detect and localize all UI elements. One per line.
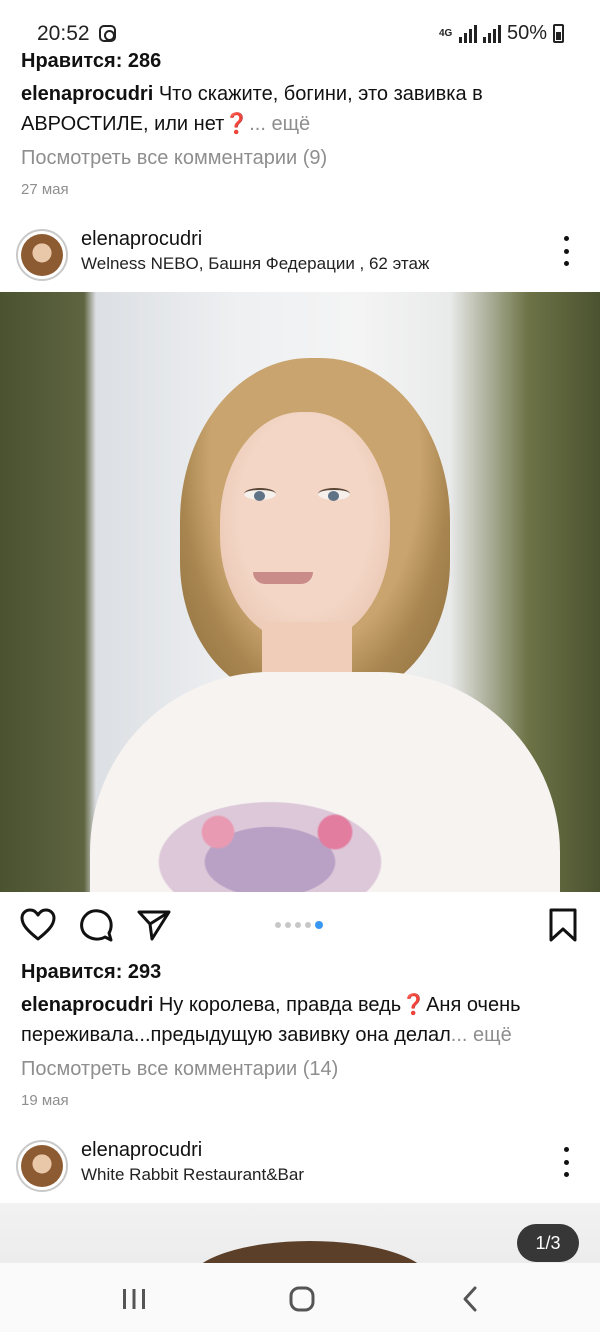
post2-action-bar xyxy=(0,893,600,959)
post3-location[interactable]: White Rabbit Restaurant&Bar xyxy=(81,1165,304,1185)
post3-header: elenaprocudri White Rabbit Restaurant&Ba… xyxy=(0,1133,600,1199)
post2-caption-username[interactable]: elenaprocudri xyxy=(21,994,153,1016)
home-icon[interactable] xyxy=(262,1263,342,1332)
post2-more-link[interactable]: ... ещё xyxy=(451,1024,512,1046)
avatar[interactable] xyxy=(16,1140,68,1192)
heart-icon[interactable] xyxy=(20,908,56,942)
avatar[interactable] xyxy=(16,229,68,281)
post3-username[interactable]: elenaprocudri xyxy=(81,1139,202,1162)
post2-header: elenaprocudri Welness NEBO, Башня Федера… xyxy=(0,222,600,288)
status-indicators: 4G 50% xyxy=(439,22,564,45)
bookmark-icon[interactable] xyxy=(545,908,581,942)
carousel-dot xyxy=(305,922,311,928)
recent-apps-icon[interactable] xyxy=(94,1263,174,1332)
carousel-dot xyxy=(275,922,281,928)
comment-icon[interactable] xyxy=(78,908,114,942)
network-type: 4G xyxy=(438,27,453,39)
post1-caption: elenaprocudri Что скажите, богини, это з… xyxy=(21,79,581,139)
system-nav-bar xyxy=(0,1263,600,1332)
post1-view-comments[interactable]: Посмотреть все комментарии (9) xyxy=(21,147,327,170)
post2-likes[interactable]: Нравится: 293 xyxy=(21,961,161,984)
send-icon[interactable] xyxy=(136,908,172,942)
post2-photo[interactable] xyxy=(0,292,600,892)
more-vertical-icon[interactable] xyxy=(562,236,570,266)
post1-caption-username[interactable]: elenaprocudri xyxy=(21,83,153,105)
signal-icon xyxy=(458,24,477,43)
post2-caption: elenaprocudri Ну королева, правда ведь❓А… xyxy=(21,990,581,1050)
post1-date: 27 мая xyxy=(21,181,69,198)
post3-photo[interactable]: 1/3 xyxy=(0,1203,600,1263)
carousel-indicator xyxy=(275,921,323,929)
battery-icon xyxy=(553,24,564,43)
back-icon[interactable] xyxy=(430,1263,510,1332)
post2-view-comments[interactable]: Посмотреть все комментарии (14) xyxy=(21,1058,338,1081)
carousel-counter: 1/3 xyxy=(517,1224,579,1262)
instagram-notification-icon xyxy=(99,25,116,42)
post2-date: 19 мая xyxy=(21,1092,69,1109)
post2-location[interactable]: Welness NEBO, Башня Федерации , 62 этаж xyxy=(81,254,429,274)
carousel-dot xyxy=(285,922,291,928)
signal-icon-sim2 xyxy=(482,24,501,43)
status-time: 20:52 xyxy=(37,22,90,45)
post1-likes[interactable]: Нравится: 286 xyxy=(21,50,161,73)
carousel-dot xyxy=(295,922,301,928)
battery-percent: 50% xyxy=(506,22,547,44)
status-bar: 20:52 4G 50% xyxy=(0,0,600,50)
post2-username[interactable]: elenaprocudri xyxy=(81,228,202,251)
carousel-dot xyxy=(315,921,323,929)
post1-more-link[interactable]: ... ещё xyxy=(249,113,310,135)
more-vertical-icon[interactable] xyxy=(562,1147,570,1177)
